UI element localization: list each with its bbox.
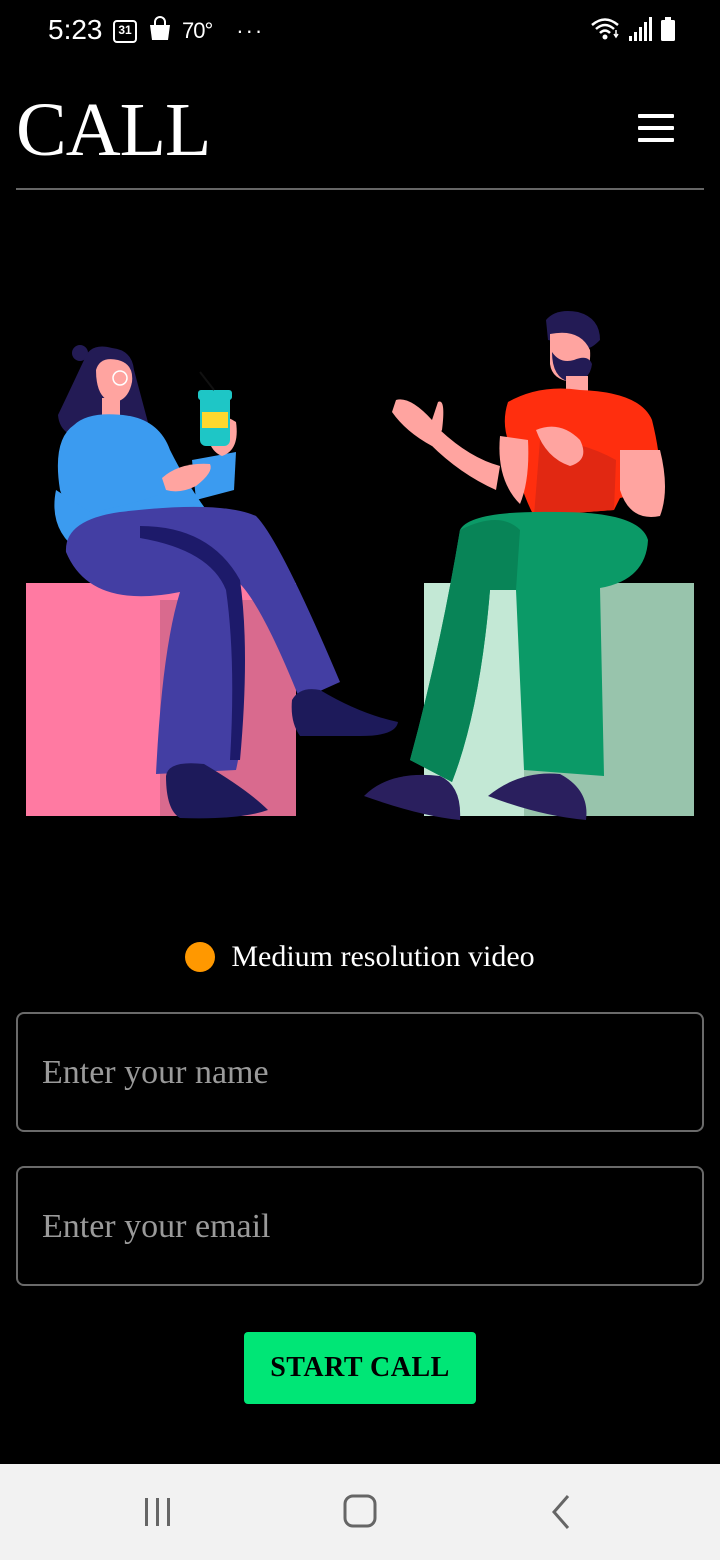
wifi-icon — [590, 16, 620, 47]
home-icon — [343, 1494, 377, 1528]
status-bar: 5:23 31 70° ··· — [0, 0, 720, 64]
shopping-bag-icon — [148, 15, 172, 47]
menu-button[interactable] — [632, 110, 680, 146]
recent-apps-icon — [145, 1498, 170, 1526]
email-input[interactable] — [40, 1168, 684, 1286]
header-divider — [16, 188, 704, 190]
calendar-icon: 31 — [112, 18, 138, 44]
temperature: 70° — [182, 18, 213, 43]
resolution-status-dot — [185, 942, 216, 972]
recent-apps-button[interactable] — [128, 1484, 188, 1540]
name-input[interactable] — [40, 1014, 684, 1132]
people-talking-illustration — [0, 290, 720, 830]
battery-icon — [660, 16, 676, 47]
app-title: CALL — [16, 88, 211, 172]
more-notifications-icon: ··· — [236, 18, 265, 43]
email-field[interactable] — [16, 1166, 704, 1286]
app-header: CALL — [0, 64, 720, 190]
back-icon — [552, 1495, 570, 1529]
signal-icon — [628, 16, 652, 47]
status-time: 5:23 — [48, 14, 103, 45]
back-button[interactable] — [532, 1484, 592, 1540]
resolution-label: Medium resolution video — [231, 940, 535, 973]
start-call-button[interactable]: START CALL — [244, 1332, 476, 1404]
system-nav-bar — [0, 1464, 720, 1560]
hamburger-menu-icon — [638, 114, 674, 118]
name-field[interactable] — [16, 1012, 704, 1132]
resolution-indicator: Medium resolution video — [0, 940, 720, 984]
calendar-day: 31 — [118, 23, 132, 37]
home-button[interactable] — [330, 1484, 390, 1540]
